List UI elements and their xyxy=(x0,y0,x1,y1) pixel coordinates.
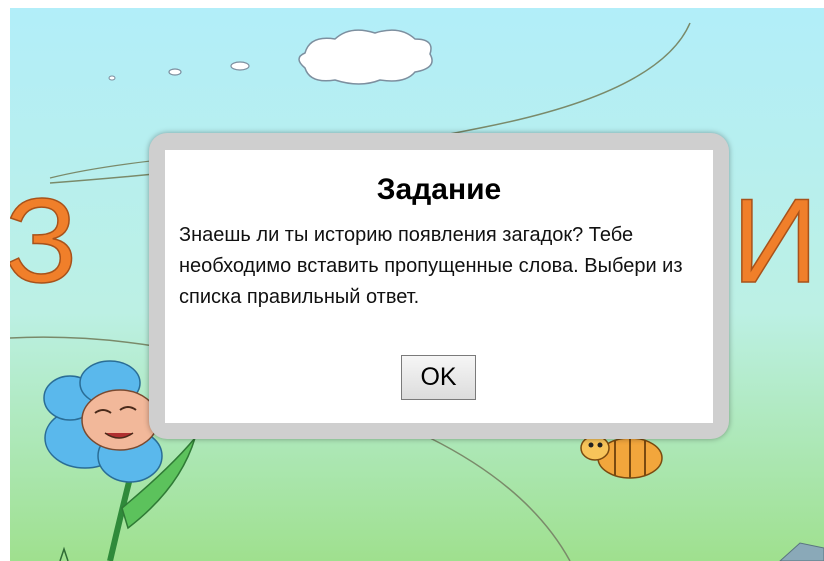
task-dialog: Задание Знаешь ли ты историю появления з… xyxy=(165,150,713,423)
title-letter-right: И xyxy=(732,174,818,308)
dialog-title: Задание xyxy=(376,173,502,206)
title-letter-left: З xyxy=(10,174,77,308)
ok-button[interactable]: OK xyxy=(401,355,476,400)
dialog-message: Знаешь ли ты историю появления загадок? … xyxy=(179,224,683,308)
game-scene: З И Задание Знаешь ли ты историю появлен… xyxy=(10,8,824,561)
